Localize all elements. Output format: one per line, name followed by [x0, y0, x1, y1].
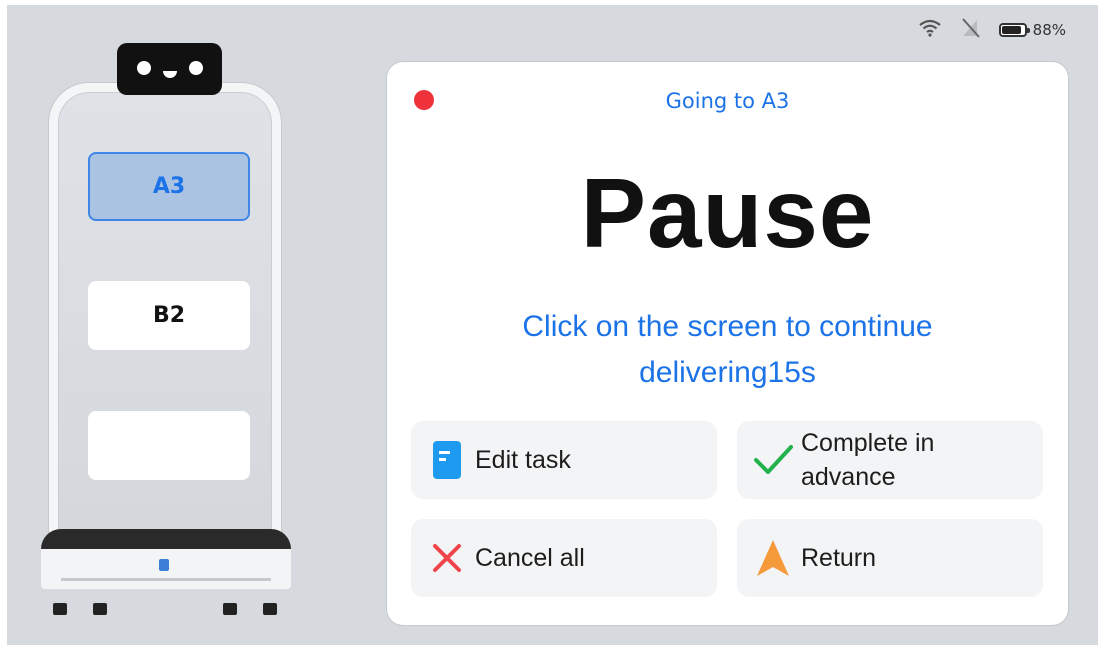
brand-logo-icon: [159, 559, 169, 571]
robot-screen[interactable]: 88% A3 B2 Going to A3 Pause Click on the…: [7, 5, 1098, 645]
continue-hint[interactable]: Click on the screen to continue deliveri…: [427, 304, 1028, 396]
no-signal-icon: [959, 18, 981, 42]
task-status-card[interactable]: Going to A3 Pause Click on the screen to…: [387, 62, 1068, 625]
battery-indicator: 88%: [998, 21, 1066, 39]
return-label: Return: [801, 544, 877, 572]
battery-percentage: 88%: [1032, 21, 1066, 39]
edit-document-icon: [427, 439, 467, 481]
robot-illustration: A3 B2: [37, 43, 302, 623]
complete-in-advance-button[interactable]: Complete in advance: [737, 421, 1043, 499]
checkmark-icon: [753, 439, 793, 481]
battery-icon: [998, 23, 1030, 37]
edit-task-button[interactable]: Edit task: [411, 421, 717, 499]
destination-label: Going to A3: [665, 89, 790, 113]
complete-in-advance-label: Complete in advance: [801, 429, 935, 491]
pause-title: Pause: [580, 158, 875, 268]
status-bar: 88%: [918, 18, 1066, 42]
tray-b2[interactable]: B2: [88, 281, 250, 350]
wifi-icon: [918, 19, 941, 41]
cancel-all-label: Cancel all: [475, 544, 585, 572]
robot-head: [117, 43, 222, 95]
edit-task-label: Edit task: [475, 446, 571, 474]
cancel-all-button[interactable]: Cancel all: [411, 519, 717, 597]
hint-line-2: delivering15s: [639, 356, 816, 389]
tray-a3[interactable]: A3: [88, 152, 250, 221]
navigation-arrow-icon: [753, 537, 793, 579]
tray-empty[interactable]: [88, 411, 250, 480]
hint-line-1: Click on the screen to continue: [522, 310, 933, 343]
return-button[interactable]: Return: [737, 519, 1043, 597]
close-x-icon: [427, 537, 467, 579]
robot-base: [41, 529, 291, 589]
